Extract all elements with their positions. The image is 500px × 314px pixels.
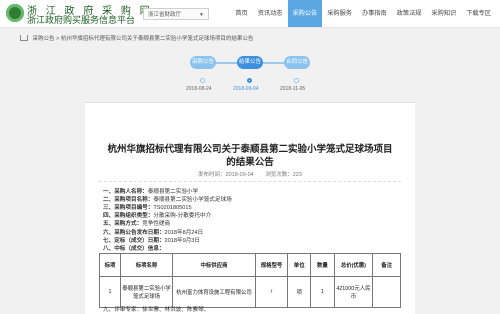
table-header: 备注 bbox=[372, 253, 401, 277]
step-dot-active bbox=[247, 78, 252, 83]
site-header: 浙 江 政 府 采 购 网 浙江政府购买服务信息平台 浙江省财政厅 ▼ 首页 资… bbox=[0, 0, 500, 28]
table-header: 标项名称 bbox=[120, 253, 174, 277]
main-nav: 首页 资讯动态 采购公告 采购服务 办事指南 政策法规 采购知识 下载专区 bbox=[230, 0, 496, 27]
nav-item-downloads[interactable]: 下载专区 bbox=[461, 0, 496, 27]
table-cell: 泰顺县第二实验小学笼式足球场 bbox=[120, 276, 174, 308]
table-cell bbox=[372, 276, 401, 308]
table-cell: 1 bbox=[98, 276, 122, 308]
document-meta: 发布时间：2018-09-04 浏览次数：223 bbox=[85, 170, 415, 178]
nav-item-guide[interactable]: 办事指南 bbox=[357, 0, 392, 27]
award-table: 标项 标项名称 中标供应商 规格型号 单位 数量 总价(优惠) 备注 1 泰顺县… bbox=[98, 253, 401, 308]
table-cell: 项 bbox=[287, 276, 312, 308]
table-cell: 杭州富力体育设施工程有限公司 bbox=[172, 276, 256, 308]
table-header: 总价(优惠) bbox=[333, 253, 374, 277]
region-select[interactable]: 浙江省财政厅 ▼ bbox=[143, 8, 209, 20]
step-contract-announcement[interactable]: 合同公告 bbox=[284, 56, 310, 69]
info-line-award-info: 八、中标（成交）信息： bbox=[103, 246, 165, 252]
step-date: 2018-11-05 bbox=[280, 86, 306, 92]
document-title-line2: 的结果公告 bbox=[226, 157, 274, 168]
table-header: 规格型号 bbox=[254, 253, 289, 277]
info-line-experts: 九、评审专家：徐世寨、林洪波、陈素琴、 bbox=[103, 307, 210, 313]
table-header: 数量 bbox=[310, 253, 335, 277]
step-date-active: 2018-09-04 bbox=[233, 86, 259, 92]
info-line-organization-type: 四、采购组织类型：分散采购-分散委托中介 bbox=[103, 213, 212, 219]
announcement-document: 杭州华旗招标代理有限公司关于泰顺县第二实验小学笼式足球场项目 的结果公告 发布时… bbox=[85, 102, 415, 314]
document-title-line1: 杭州华旗招标代理有限公司关于泰顺县第二实验小学笼式足球场项目 bbox=[107, 144, 393, 155]
breadcrumb: 采购公告 > 杭州华旗招标代理有限公司关于泰顺县第二实验小学笼式足球场项目的结果… bbox=[20, 34, 253, 42]
step-dot bbox=[294, 78, 299, 83]
nav-item-home[interactable]: 首页 bbox=[230, 0, 252, 27]
table-row: 1 泰顺县第二实验小学笼式足球场 杭州富力体育设施工程有限公司 / 项 1 42… bbox=[98, 276, 401, 308]
step-result-announcement[interactable]: 结果公告 bbox=[237, 56, 263, 69]
publish-date: 发布时间：2018-09-04 bbox=[198, 172, 254, 178]
info-line-announcement-date: 六、采购公告发布日期：2018年8月24日 bbox=[103, 230, 204, 236]
info-line-project-number: 三、采购项目编号：TS0201805015 bbox=[103, 205, 192, 211]
view-count: 浏览次数：223 bbox=[265, 172, 302, 178]
divider bbox=[99, 181, 401, 182]
step-date: 2018-08-24 bbox=[186, 86, 212, 92]
table-cell: 421000元人民币 bbox=[333, 276, 374, 308]
breadcrumb-current: 杭州华旗招标代理有限公司关于泰顺县第二实验小学笼式足球场项目的结果公告 bbox=[60, 36, 254, 42]
info-line-award-date: 七、定标（成交）日期：2018年9月3日 bbox=[103, 238, 200, 244]
nav-item-knowledge[interactable]: 采购知识 bbox=[427, 0, 462, 27]
breadcrumb-section[interactable]: 采购公告 bbox=[33, 36, 55, 42]
info-line-project-name: 二、采购项目名称：泰顺县第二实验小学笼式足球场 bbox=[103, 197, 232, 203]
breadcrumb-separator: > bbox=[56, 36, 60, 42]
table-header: 单位 bbox=[287, 253, 312, 277]
table-header: 中标供应商 bbox=[172, 253, 256, 277]
site-logo-icon[interactable] bbox=[6, 4, 24, 22]
nav-item-news[interactable]: 资讯动态 bbox=[253, 0, 288, 27]
table-header: 标项 bbox=[98, 253, 122, 277]
nav-item-services[interactable]: 采购服务 bbox=[322, 0, 357, 27]
table-cell: / bbox=[254, 276, 289, 308]
site-subtitle[interactable]: 浙江政府购买服务信息平台 bbox=[27, 13, 135, 26]
nav-item-announcements[interactable]: 采购公告 bbox=[287, 0, 323, 27]
region-select-value: 浙江省财政厅 bbox=[148, 12, 182, 18]
nav-item-policies[interactable]: 政策法规 bbox=[392, 0, 427, 27]
table-cell: 1 bbox=[310, 276, 335, 308]
step-procurement-announcement[interactable]: 采购公告 bbox=[190, 56, 216, 69]
step-dot bbox=[200, 78, 205, 83]
table-header-row: 标项 标项名称 中标供应商 规格型号 单位 数量 总价(优惠) 备注 bbox=[98, 253, 401, 277]
announcement-timeline: 采购公告 结果公告 合同公告 2018-08-24 2018-09-04 201… bbox=[186, 53, 310, 93]
info-line-purchaser: 一、采购人名称：泰顺县第二实验小学 bbox=[103, 189, 199, 195]
document-title: 杭州华旗招标代理有限公司关于泰顺县第二实验小学笼式足球场项目 的结果公告 bbox=[85, 143, 415, 169]
chevron-down-icon: ▼ bbox=[199, 12, 204, 18]
info-line-procurement-method: 五、采购方式：竞争性磋商 bbox=[103, 221, 171, 227]
home-icon[interactable] bbox=[20, 35, 28, 41]
